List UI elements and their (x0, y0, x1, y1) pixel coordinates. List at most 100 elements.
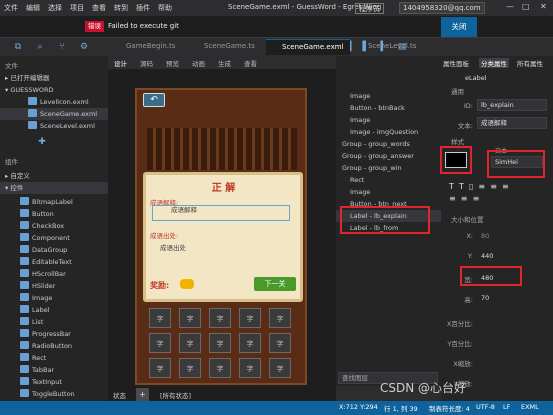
height-label: 高: (464, 296, 473, 304)
files-icon[interactable]: ⧉ (12, 41, 24, 53)
text-style-icons[interactable]: T T ▯ ≡ ≡ ≡ (449, 182, 509, 191)
tab-scenelevel-ts[interactable]: SceneLevel.ts (352, 39, 422, 55)
y-value[interactable]: 440 (481, 252, 493, 260)
editor-tool[interactable]: 预览 (166, 58, 179, 68)
menu-project[interactable]: 项目 (66, 3, 88, 13)
word-tile[interactable]: 字 (239, 333, 261, 353)
align-icons[interactable]: ≡ ≡ ≡ (449, 194, 479, 203)
row-col[interactable]: 行 1, 列 39 (384, 403, 418, 413)
file-item-selected[interactable]: SceneGame.exml (0, 108, 108, 120)
word-tile[interactable]: 字 (179, 308, 201, 328)
control-item[interactable]: BitmapLabel (0, 196, 108, 208)
editor-tool[interactable]: 生成 (218, 58, 231, 68)
control-item[interactable]: CheckBox (0, 220, 108, 232)
layer-item[interactable]: Image (336, 186, 441, 198)
editor-tool[interactable]: 动画 (192, 58, 205, 68)
lb-explain[interactable]: 成语解释 (152, 205, 290, 221)
control-item[interactable]: ToggleButton (0, 388, 108, 400)
encoding[interactable]: UTF-8 (476, 403, 495, 411)
editor-tool[interactable]: 查看 (244, 58, 257, 68)
control-item[interactable]: TextInput (0, 376, 108, 388)
editor-tool[interactable]: 设计 (114, 58, 127, 68)
user-account[interactable]: 1404958320@qq.com (399, 2, 485, 14)
menu-goto[interactable]: 转到 (110, 3, 132, 13)
control-item[interactable]: ProgressBar (0, 328, 108, 340)
tab-scenegame-exml[interactable]: SceneGame.exml (266, 39, 350, 55)
next-button[interactable]: 下一关 (254, 277, 296, 291)
layer-item[interactable]: Image (336, 90, 441, 102)
layer-item[interactable]: Image - imgQuestion (336, 126, 441, 138)
close-window-icon[interactable]: ✕ (540, 2, 547, 11)
menu-file[interactable]: 文件 (0, 3, 22, 13)
editor-tool[interactable]: 源码 (140, 58, 153, 68)
states-dropdown[interactable]: [所有状态] (160, 390, 191, 400)
height-value[interactable]: 70 (481, 294, 489, 302)
menu-help[interactable]: 帮助 (154, 3, 176, 13)
layer-item[interactable]: Button - btnBack (336, 102, 441, 114)
control-item[interactable]: List (0, 316, 108, 328)
layer-item[interactable]: Group - group_win (336, 162, 441, 174)
custom-group[interactable]: ▸ 自定义 (0, 170, 108, 182)
tab-size[interactable]: 制表符长度: 4 (429, 403, 470, 413)
tab-scenegame-ts[interactable]: SceneGame.ts (188, 39, 261, 55)
reward-label: 奖励: (150, 281, 170, 290)
git-icon[interactable]: ⑂ (56, 41, 68, 53)
layer-item[interactable]: Rect (336, 174, 441, 186)
props-tab[interactable]: 属性面板 (443, 58, 469, 68)
minimize-icon[interactable]: — (506, 2, 514, 11)
control-item[interactable]: DataGroup (0, 244, 108, 256)
menu-edit[interactable]: 编辑 (22, 3, 44, 13)
word-tile[interactable]: 字 (149, 358, 171, 378)
word-tile[interactable]: 字 (209, 333, 231, 353)
word-tile[interactable]: 字 (179, 358, 201, 378)
word-tile[interactable]: 字 (209, 358, 231, 378)
word-tile[interactable]: 字 (239, 308, 261, 328)
word-tile[interactable]: 字 (209, 308, 231, 328)
file-item[interactable]: LevelIcon.exml (0, 96, 108, 108)
plugin-icon[interactable]: ✚ (36, 136, 48, 148)
control-item[interactable]: EditableText (0, 256, 108, 268)
control-item[interactable]: Image (0, 292, 108, 304)
word-tile[interactable]: 字 (149, 333, 171, 353)
menu-view[interactable]: 查看 (88, 3, 110, 13)
control-item[interactable]: Button (0, 208, 108, 220)
add-state-button[interactable]: + (136, 388, 149, 401)
control-item[interactable]: RadioButton (0, 340, 108, 352)
word-tile[interactable]: 字 (269, 308, 291, 328)
id-input[interactable]: lb_explain (477, 99, 547, 111)
menu-plugins[interactable]: 插件 (132, 3, 154, 13)
control-item[interactable]: HScrollBar (0, 268, 108, 280)
debug-icon[interactable]: ⚙ (78, 41, 90, 53)
language[interactable]: EXML (521, 403, 539, 411)
category-tab[interactable]: 分类属性 (479, 58, 509, 68)
search-icon[interactable]: ⌕ (34, 41, 46, 53)
x-value[interactable]: 80 (481, 232, 489, 240)
control-item[interactable]: HSlider (0, 280, 108, 292)
word-tile[interactable]: 字 (269, 358, 291, 378)
tab-gamebegin-ts[interactable]: GameBegin.ts (110, 39, 181, 55)
layer-item[interactable]: Image (336, 114, 441, 126)
file-item[interactable]: SceneLevel.exml (0, 120, 108, 132)
control-item[interactable]: TabBar (0, 364, 108, 376)
word-tile[interactable]: 字 (149, 308, 171, 328)
all-props-tab[interactable]: 所有属性 (517, 58, 543, 68)
layer-item[interactable]: Group - group_answer (336, 150, 441, 162)
control-icon (20, 365, 29, 373)
text-input[interactable]: 成语解释 (477, 117, 547, 129)
word-tile[interactable]: 字 (179, 333, 201, 353)
project-root[interactable]: ▾ GUESSWORD (0, 84, 108, 96)
role-dropdown[interactable]: 程序员 (355, 3, 384, 14)
control-item[interactable]: Label (0, 304, 108, 316)
maximize-icon[interactable]: □ (522, 2, 530, 11)
line-ending[interactable]: LF (503, 403, 510, 411)
menu-select[interactable]: 选择 (44, 3, 66, 13)
open-editors[interactable]: ▸ 已打开编辑器 (0, 72, 108, 84)
controls-group[interactable]: ▾ 控件 (0, 182, 108, 194)
back-button[interactable]: ↶ (143, 93, 165, 107)
word-tile[interactable]: 字 (239, 358, 261, 378)
control-item[interactable]: Component (0, 232, 108, 244)
word-tile[interactable]: 字 (269, 333, 291, 353)
control-item[interactable]: Rect (0, 352, 108, 364)
layer-item[interactable]: Group - group_words (336, 138, 441, 150)
close-notice-button[interactable]: 关闭 (441, 17, 477, 37)
